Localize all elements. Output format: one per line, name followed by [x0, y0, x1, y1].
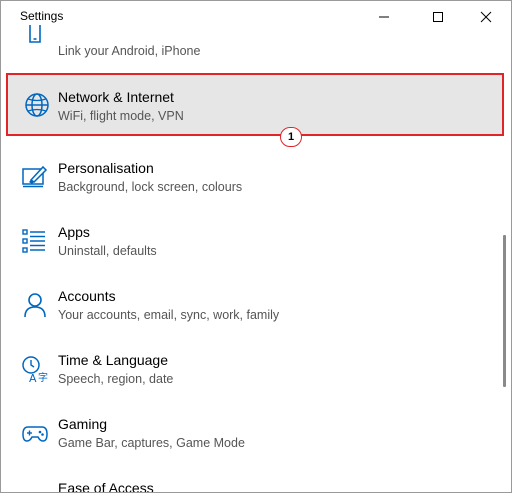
title-bar: Settings: [1, 1, 511, 33]
settings-item-desc: Background, lock screen, colours: [58, 180, 243, 194]
settings-item-desc: Uninstall, defaults: [58, 244, 157, 258]
settings-item-desc: WiFi, flight mode, VPN: [58, 109, 184, 123]
settings-window: Settings Link your Android, iPhone Netwo…: [0, 0, 512, 493]
window-title: Settings: [20, 9, 64, 23]
svg-text:A: A: [29, 372, 37, 383]
settings-item-label: Personalisation: [58, 160, 154, 176]
paintbrush-monitor-icon: [22, 165, 48, 188]
close-icon: [480, 11, 492, 23]
svg-text:字: 字: [38, 371, 48, 383]
settings-item-phone[interactable]: Link your Android, iPhone: [1, 25, 503, 65]
apps-list-icon: [22, 229, 45, 253]
ease-of-access-icon: [21, 483, 49, 493]
settings-item-desc: Your accounts, email, sync, work, family: [58, 308, 280, 322]
minimize-button[interactable]: [361, 1, 407, 33]
settings-item-network-internet[interactable]: Network & Internet WiFi, flight mode, VP…: [6, 73, 504, 136]
settings-item-label: Ease of Access: [58, 480, 154, 493]
vertical-scrollbar-thumb[interactable]: [503, 235, 506, 387]
phone-icon: [29, 25, 41, 43]
settings-item-desc: Speech, region, date: [58, 372, 174, 386]
settings-item-personalisation[interactable]: Personalisation Background, lock screen,…: [1, 145, 503, 209]
maximize-button[interactable]: [415, 1, 461, 33]
time-language-icon: A 字: [22, 356, 48, 383]
globe-icon: [25, 93, 49, 117]
settings-item-gaming[interactable]: Gaming Game Bar, captures, Game Mode: [1, 401, 503, 465]
settings-item-label: Gaming: [58, 416, 108, 432]
maximize-icon: [433, 12, 443, 22]
step-callout-badge: 1: [280, 127, 302, 147]
settings-item-desc: Game Bar, captures, Game Mode: [58, 436, 245, 450]
settings-item-label: Accounts: [58, 288, 116, 304]
minimize-icon: [379, 16, 389, 18]
settings-item-label: Time & Language: [58, 352, 168, 368]
settings-item-label: Apps: [58, 224, 90, 240]
settings-item-label: Network & Internet: [58, 89, 174, 105]
person-icon: [24, 293, 46, 318]
settings-item-time-language[interactable]: A 字 Time & Language Speech, region, date: [1, 337, 503, 401]
settings-item-ease-of-access[interactable]: Ease of Access: [1, 465, 503, 493]
settings-item-accounts[interactable]: Accounts Your accounts, email, sync, wor…: [1, 273, 503, 337]
settings-item-apps[interactable]: Apps Uninstall, defaults: [1, 209, 503, 273]
settings-item-desc: Link your Android, iPhone: [58, 44, 201, 58]
gamepad-icon: [22, 426, 48, 442]
close-button[interactable]: [463, 1, 509, 33]
